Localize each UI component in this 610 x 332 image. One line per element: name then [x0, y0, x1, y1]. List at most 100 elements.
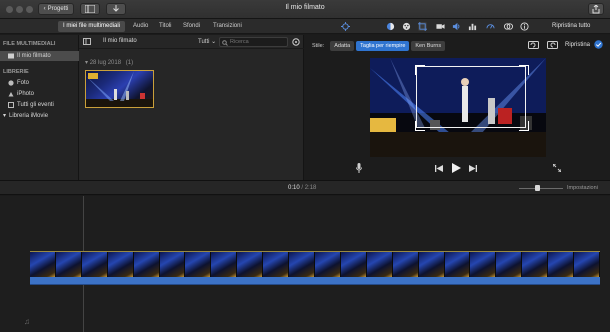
- play-button[interactable]: [451, 163, 461, 173]
- style-fit-button[interactable]: Adatta: [330, 40, 355, 51]
- clip-frame: [30, 252, 56, 278]
- tab-audio[interactable]: Audio: [128, 21, 153, 32]
- sidebar-item-project[interactable]: Il mio filmato: [0, 51, 79, 61]
- tab-transitions[interactable]: Transizioni: [208, 21, 247, 32]
- iphoto-icon: [8, 92, 14, 97]
- tab-backgrounds[interactable]: Sfondi: [178, 21, 205, 32]
- search-icon: [222, 39, 228, 46]
- disclosure-triangle-icon: ▾: [85, 60, 89, 66]
- skip-back-icon: [435, 164, 443, 172]
- reset-all-button[interactable]: Ripristina tutto: [552, 23, 590, 29]
- clip-frame: [81, 252, 108, 278]
- filter-label: Tutti: [198, 39, 210, 45]
- sidebar-item-label: iPhoto: [17, 91, 35, 97]
- filter-dropdown[interactable]: Tutti ⌄: [198, 38, 216, 45]
- clip-frame: [289, 252, 315, 278]
- clip-frame: [574, 252, 600, 278]
- tab-my-media[interactable]: I miei file multimediali: [58, 21, 126, 32]
- reset-button[interactable]: Ripristina: [565, 42, 590, 48]
- style-crop-to-fill-button[interactable]: Taglia per riempire: [356, 40, 410, 51]
- share-button[interactable]: [588, 3, 604, 15]
- share-icon: [592, 4, 600, 13]
- clip-frame: [263, 252, 290, 278]
- library-sidebar: FILE MULTIMEDIALI Il mio filmato LIBRERI…: [0, 35, 79, 180]
- music-note-icon: ♫: [24, 317, 30, 326]
- audio-waveform-track[interactable]: [30, 277, 600, 285]
- timeline[interactable]: ♫: [0, 196, 610, 332]
- sidebar-item-photos[interactable]: Foto: [0, 78, 79, 88]
- clip-frame: [522, 252, 549, 278]
- title-bar: ‹ Progetti Il mio filmato: [0, 0, 610, 19]
- clip-frame: [55, 252, 82, 278]
- video-preview[interactable]: [370, 58, 546, 157]
- rotate-left-icon[interactable]: [528, 41, 539, 49]
- clip-thumbnail[interactable]: [85, 70, 154, 108]
- skip-forward-button[interactable]: [468, 163, 478, 173]
- clip-frame: [444, 252, 471, 278]
- video-clip[interactable]: [30, 251, 600, 278]
- skip-forward-icon: [469, 164, 477, 172]
- browser-title: Il mio filmato: [103, 38, 137, 44]
- media-browser: Il mio filmato Tutti ⌄ Ricerca ▾ 28 lug …: [79, 35, 304, 180]
- sidebar-item-iphoto[interactable]: iPhoto: [0, 89, 79, 99]
- skip-back-button[interactable]: [434, 163, 444, 173]
- crop-icon[interactable]: [418, 22, 427, 31]
- clip-frame: [185, 252, 212, 278]
- microphone-icon: [356, 163, 362, 173]
- timeline-settings-button[interactable]: Impostazioni: [567, 185, 598, 191]
- rotate-right-icon[interactable]: [547, 41, 558, 49]
- date-group-label: 28 lug 2018: [89, 60, 122, 66]
- color-palette-icon[interactable]: [402, 22, 411, 31]
- sidebar-toggle-icon[interactable]: [83, 38, 91, 45]
- speaker-icon[interactable]: [452, 22, 461, 31]
- crop-frame[interactable]: [415, 65, 529, 131]
- search-placeholder: Ricerca: [230, 39, 249, 45]
- chart-icon[interactable]: [468, 22, 477, 31]
- current-time: 0:10: [288, 185, 300, 191]
- sidebar-item-label: Il mio filmato: [17, 53, 51, 59]
- sidebar-item-all-events[interactable]: Tutti gli eventi: [0, 100, 79, 110]
- sidebar-item-label: Foto: [17, 80, 30, 86]
- chevron-down-icon: ⌄: [211, 39, 217, 45]
- settings-gear-icon[interactable]: [292, 38, 300, 46]
- sidebar-item-imovie-library[interactable]: ▾ Libreria iMovie: [0, 111, 79, 121]
- browser-header: Il mio filmato Tutti ⌄ Ricerca: [79, 35, 304, 49]
- search-input[interactable]: Ricerca: [219, 37, 288, 47]
- camera-icon[interactable]: [436, 22, 445, 31]
- timecode-display: 0:10 / 2:18: [288, 185, 316, 191]
- date-group-header[interactable]: ▾ 28 lug 2018 (1): [85, 59, 133, 66]
- timeline-zoom-slider[interactable]: [519, 185, 563, 191]
- fullscreen-icon: [553, 164, 561, 172]
- clip-frame: [133, 252, 160, 278]
- film-icon: [8, 53, 14, 59]
- viewer-panel: Stile: Adatta Taglia per riempire Ken Bu…: [304, 35, 610, 180]
- clip-frame: [418, 252, 445, 278]
- clip-frame: [470, 252, 497, 278]
- timeline-header: 0:10 / 2:18 Impostazioni: [0, 180, 610, 195]
- magic-wand-icon[interactable]: [341, 22, 350, 31]
- zoom-slider-knob[interactable]: [535, 185, 540, 191]
- info-icon[interactable]: [520, 22, 529, 31]
- total-time: 2:18: [304, 185, 317, 191]
- crop-handles-icon[interactable]: [415, 65, 529, 131]
- color-balance-icon[interactable]: [386, 22, 395, 31]
- microphone-button[interactable]: [354, 163, 364, 173]
- time-separator: /: [301, 185, 304, 191]
- filter-icon[interactable]: [504, 22, 513, 31]
- clip-frame: [314, 252, 341, 278]
- clip-frame: [107, 252, 134, 278]
- speedometer-icon[interactable]: [486, 22, 495, 31]
- date-group-count: (1): [125, 60, 134, 66]
- clip-frame: [211, 252, 238, 278]
- crop-style-row: Stile: Adatta Taglia per riempire Ken Bu…: [312, 40, 446, 51]
- apply-checkmark-icon[interactable]: [594, 40, 603, 49]
- play-icon: [451, 163, 461, 173]
- tab-titles[interactable]: Titoli: [154, 21, 176, 32]
- photos-icon: [8, 80, 14, 86]
- fullscreen-button[interactable]: [552, 163, 562, 173]
- media-section-header: FILE MULTIMEDIALI: [3, 41, 56, 47]
- clip-frame: [159, 252, 186, 278]
- toolbar: I miei file multimediali Audio Titoli Sf…: [0, 19, 610, 34]
- clip-frame: [366, 252, 393, 278]
- style-ken-burns-button[interactable]: Ken Burns: [411, 40, 446, 51]
